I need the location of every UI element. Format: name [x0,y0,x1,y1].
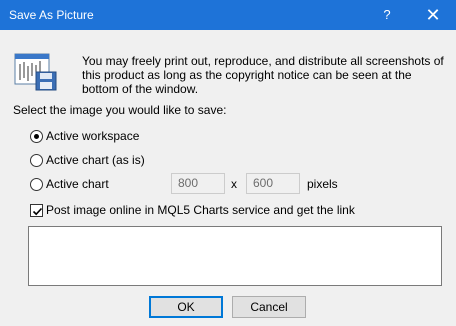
active-chart-label[interactable]: Active chart [46,177,109,191]
active-workspace-option[interactable]: Active workspace [30,128,139,144]
post-online-option[interactable]: Post image online in MQL5 Charts service… [30,202,355,218]
ok-button[interactable]: OK [149,296,223,318]
active-workspace-label[interactable]: Active workspace [46,129,139,143]
active-workspace-radio[interactable] [30,129,43,143]
height-field[interactable]: 600 [246,173,300,194]
link-output-field[interactable] [28,226,442,286]
post-online-checkbox[interactable] [30,203,43,217]
active-chart-as-is-radio[interactable] [30,153,43,167]
help-button[interactable]: ? [364,0,410,30]
window-title: Save As Picture [9,8,94,22]
post-online-label[interactable]: Post image online in MQL5 Charts service… [46,203,355,217]
active-chart-as-is-option[interactable]: Active chart (as is) [30,152,145,168]
active-chart-radio[interactable] [30,177,43,191]
width-field[interactable]: 800 [171,173,225,194]
close-button[interactable]: ✕ [410,0,456,30]
select-image-prompt: Select the image you would like to save: [13,103,227,117]
cancel-button[interactable]: Cancel [232,296,306,318]
active-chart-as-is-label[interactable]: Active chart (as is) [46,153,145,167]
active-chart-option[interactable]: Active chart [30,176,109,192]
image-save-icon [14,52,58,92]
pixels-unit-label: pixels [307,177,338,191]
checkmark-icon [32,207,43,215]
size-separator: x [231,177,237,191]
copyright-notice: You may freely print out, reproduce, and… [82,54,444,96]
title-bar: Save As Picture ? ✕ [0,0,456,30]
